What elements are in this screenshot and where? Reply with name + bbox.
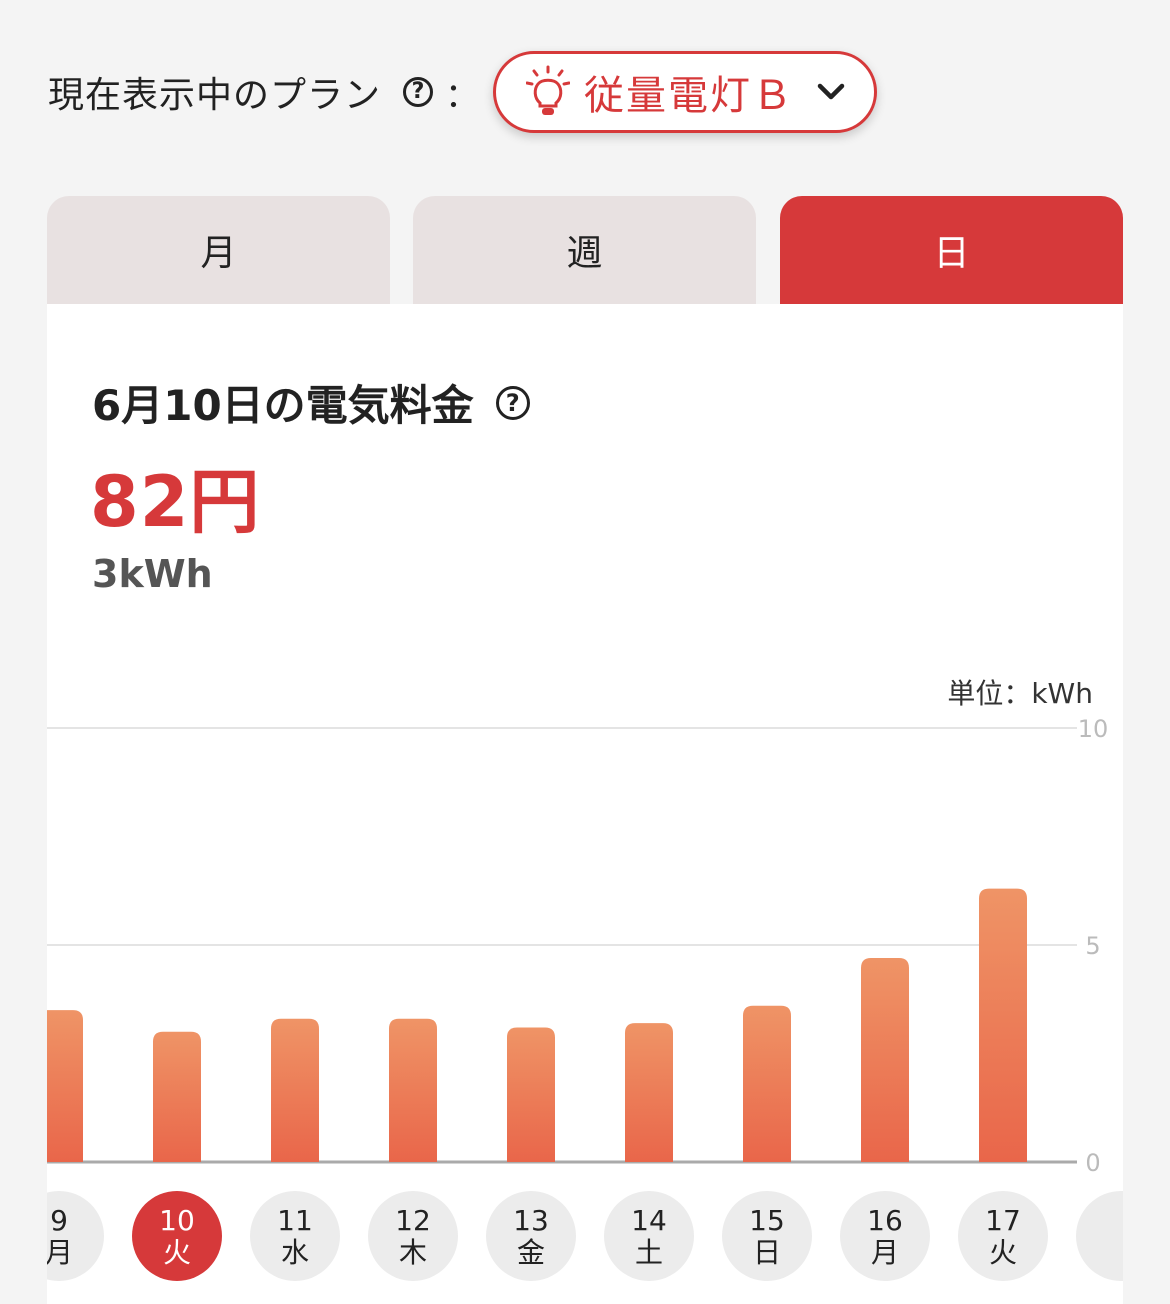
- tab-week[interactable]: 週: [413, 196, 756, 304]
- weekday-label: 金: [517, 1236, 545, 1269]
- usage-bar: [625, 1023, 673, 1162]
- usage-bar: [271, 1018, 319, 1162]
- y-tick-label: 0: [1085, 1149, 1100, 1177]
- chevron-down-icon: [817, 83, 845, 100]
- usage-bar: [507, 1027, 555, 1162]
- usage-bar: [47, 1010, 83, 1162]
- date-label: 12: [395, 1204, 431, 1237]
- period-tabs: 月 週 日: [47, 196, 1123, 304]
- plan-label: 現在表示中のプラン: [48, 75, 382, 116]
- date-label: 14: [631, 1204, 667, 1237]
- date-label: 11: [277, 1204, 313, 1237]
- plan-dropdown[interactable]: 従量電灯Ｂ: [493, 51, 878, 133]
- lightbulb-icon: [526, 65, 571, 115]
- weekday-label: 土: [635, 1236, 663, 1269]
- weekday-label: 木: [399, 1236, 427, 1269]
- y-tick-label: 5: [1085, 932, 1100, 960]
- plan-colon: ：: [445, 75, 480, 116]
- usage-bar: [153, 1031, 201, 1162]
- usage-bar: [389, 1018, 437, 1162]
- date-label: 17: [985, 1204, 1021, 1237]
- date-bubble-next: [1076, 1191, 1123, 1281]
- date-label: 16: [867, 1204, 903, 1237]
- date-label: 10: [159, 1204, 195, 1237]
- date-label: 13: [513, 1204, 549, 1237]
- date-label: 9: [50, 1204, 68, 1237]
- y-tick-label: 10: [1078, 715, 1109, 743]
- weekday-label: 火: [163, 1236, 191, 1269]
- usage-bar: [743, 1005, 791, 1162]
- plan-name: 従量電灯Ｂ: [584, 73, 795, 119]
- help-icon[interactable]: ?: [403, 77, 434, 107]
- weekday-label: 月: [47, 1236, 73, 1269]
- date-label: 15: [749, 1204, 785, 1237]
- daily-usage-chart: 05109月10火11水12木13金14土15日16月17火: [47, 715, 1123, 1281]
- weekday-label: 日: [753, 1236, 781, 1269]
- tab-month[interactable]: 月: [47, 196, 390, 304]
- usage-bar: [979, 888, 1027, 1162]
- tab-day[interactable]: 日: [780, 196, 1123, 304]
- weekday-label: 火: [989, 1236, 1017, 1269]
- usage-bar: [861, 958, 909, 1162]
- weekday-label: 月: [871, 1236, 899, 1269]
- weekday-label: 水: [281, 1236, 309, 1269]
- usage-card: 6月10日の電気料金 ? 82円 3kWh 単位：kWh 0 5 10 9 月 10 火 11…: [47, 304, 1123, 1304]
- plan-selector-row: 現在表示中のプラン ? ： 従量電灯Ｂ: [48, 48, 878, 136]
